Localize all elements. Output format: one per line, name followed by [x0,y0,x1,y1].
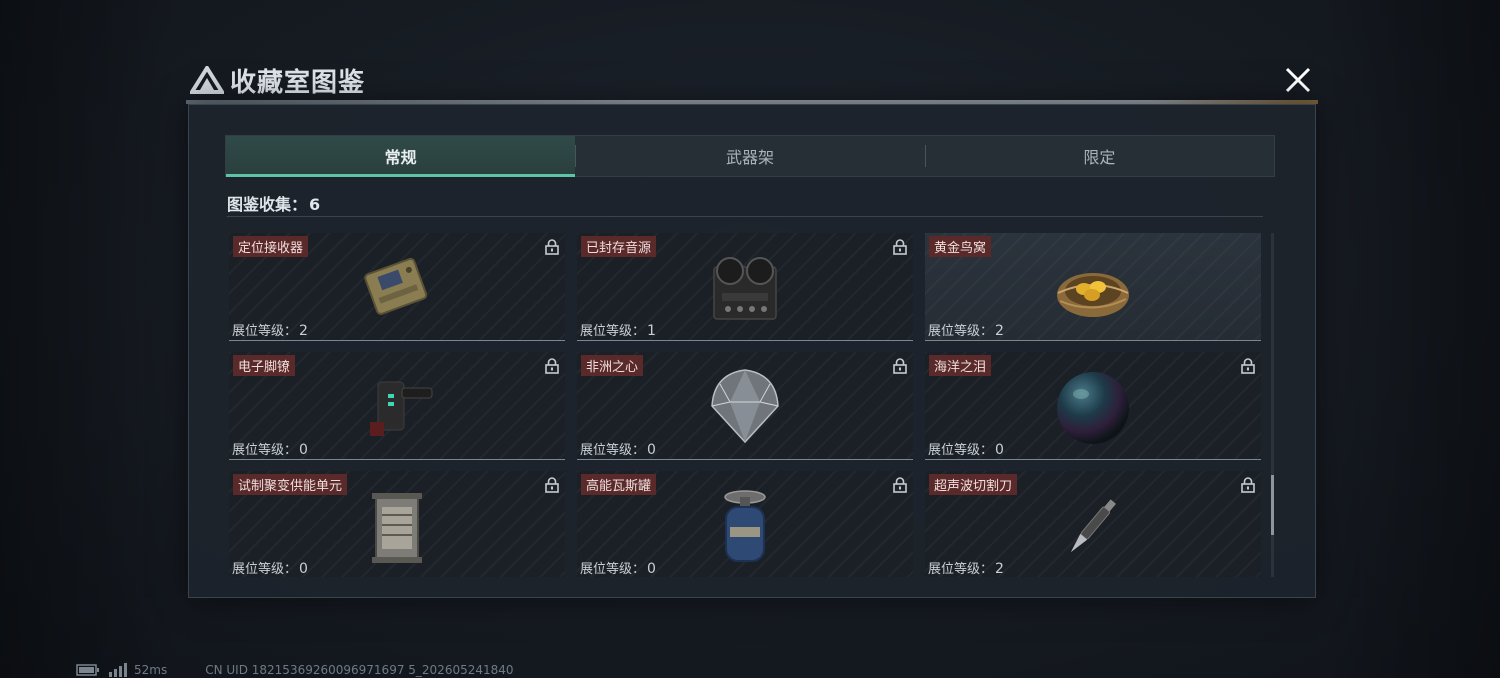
pearl-icon [1057,372,1129,444]
lock-icon [545,358,559,374]
item-level: 展位等级： 2 [928,320,1004,339]
item-level-value: 0 [995,442,1004,458]
diamond-icon [711,369,779,444]
item-level-value: 0 [299,561,308,577]
collection-count-label: 图鉴收集： [227,195,308,214]
item-name: 海洋之泪 [929,355,992,376]
item-name: 定位接收器 [233,236,309,257]
item-card[interactable]: 非洲之心 展位等级： 0 [577,352,913,460]
collection-count: 图鉴收集： 6 [227,191,320,215]
item-name: 电子脚镣 [233,355,296,376]
item-name: 黄金鸟窝 [929,236,992,257]
lock-icon [893,358,907,374]
lock-icon [545,477,559,493]
collection-count-value: 6 [309,195,321,214]
item-card[interactable]: 高能瓦斯罐 展位等级： 0 [577,471,913,577]
triangle-logo-icon [190,66,224,94]
lock-icon [893,477,907,493]
scrollbar[interactable] [1271,233,1274,577]
item-level-label: 展位等级： [928,443,994,458]
signal-icon [109,663,127,677]
item-level: 展位等级： 0 [580,558,656,577]
item-level-label: 展位等级： [232,324,298,339]
uid-text: CN UID 18215369260096971697 5_2026052418… [205,663,514,677]
item-card[interactable]: 电子脚镣 展位等级： 0 [229,352,565,460]
lock-icon [545,239,559,255]
item-level-value: 2 [299,323,308,339]
item-level: 展位等级： 0 [232,439,308,458]
item-level-value: 0 [299,442,308,458]
item-name: 高能瓦斯罐 [581,474,657,495]
item-card[interactable]: 已封存音源 展位等级： 1 [577,233,913,341]
item-name: 试制聚变供能单元 [233,474,348,495]
scrollbar-thumb[interactable] [1271,475,1274,535]
tab-bar: 常规 武器架 限定 [225,135,1275,177]
item-card[interactable]: 超声波切割刀 展位等级： 2 [925,471,1261,577]
gps-receiver-icon [364,257,428,315]
item-level: 展位等级： 0 [232,558,308,577]
item-card[interactable]: 试制聚变供能单元 展位等级： 0 [229,471,565,577]
item-grid: 定位接收器 展位等级： 2 已封存音源 展位等级： 1 黄金鸟窝 展位等级： 2 电子… [229,233,1263,577]
divider [227,216,1263,217]
tab-limited[interactable]: 限定 [924,136,1274,176]
item-level: 展位等级： 2 [232,320,308,339]
gas-canister-icon [724,490,766,562]
item-level-label: 展位等级： [580,562,646,577]
lock-icon [1241,477,1255,493]
item-card[interactable]: 定位接收器 展位等级： 2 [229,233,565,341]
item-level-value: 0 [647,561,656,577]
item-card[interactable]: 海洋之泪 展位等级： 0 [925,352,1261,460]
lock-icon [1241,358,1255,374]
battery-icon [76,664,99,676]
item-level: 展位等级： 1 [580,320,656,339]
item-level-value: 1 [647,323,656,339]
item-level-value: 2 [995,323,1004,339]
title-bar: 收藏室图鉴 [186,58,1318,104]
item-level: 展位等级： 0 [928,439,1004,458]
item-name: 非洲之心 [581,355,644,376]
ankle-monitor-icon [370,381,433,436]
item-name: 超声波切割刀 [929,474,1018,495]
tape-recorder-icon [713,257,777,320]
item-level-value: 0 [647,442,656,458]
golden-nest-icon [1057,273,1129,317]
item-level-label: 展位等级： [580,324,646,339]
item-level-label: 展位等级： [928,324,994,339]
item-level: 展位等级： 0 [580,439,656,458]
page-title: 收藏室图鉴 [230,68,366,98]
ultrasonic-cutter-icon [1070,499,1116,553]
fusion-cell-icon [372,493,422,563]
item-level-label: 展位等级： [232,443,298,458]
item-level-label: 展位等级： [580,443,646,458]
item-name: 已封存音源 [581,236,657,257]
item-level-label: 展位等级： [928,562,994,577]
lock-icon [893,239,907,255]
collection-panel: 常规 武器架 限定 图鉴收集： 6 定位接收器 展位等级： 2 已封存音源 展位等级… [188,104,1316,598]
ping-value: 52ms [134,663,168,677]
tab-weapon-rack[interactable]: 武器架 [575,136,924,176]
status-bar: 52ms CN UID 18215369260096971697 5_20260… [76,662,514,678]
item-level-value: 2 [995,561,1004,577]
tab-regular[interactable]: 常规 [226,136,576,177]
item-card[interactable]: 黄金鸟窝 展位等级： 2 [925,233,1261,341]
item-level: 展位等级： 2 [928,558,1004,577]
close-icon[interactable] [1282,64,1314,96]
item-level-label: 展位等级： [232,562,298,577]
